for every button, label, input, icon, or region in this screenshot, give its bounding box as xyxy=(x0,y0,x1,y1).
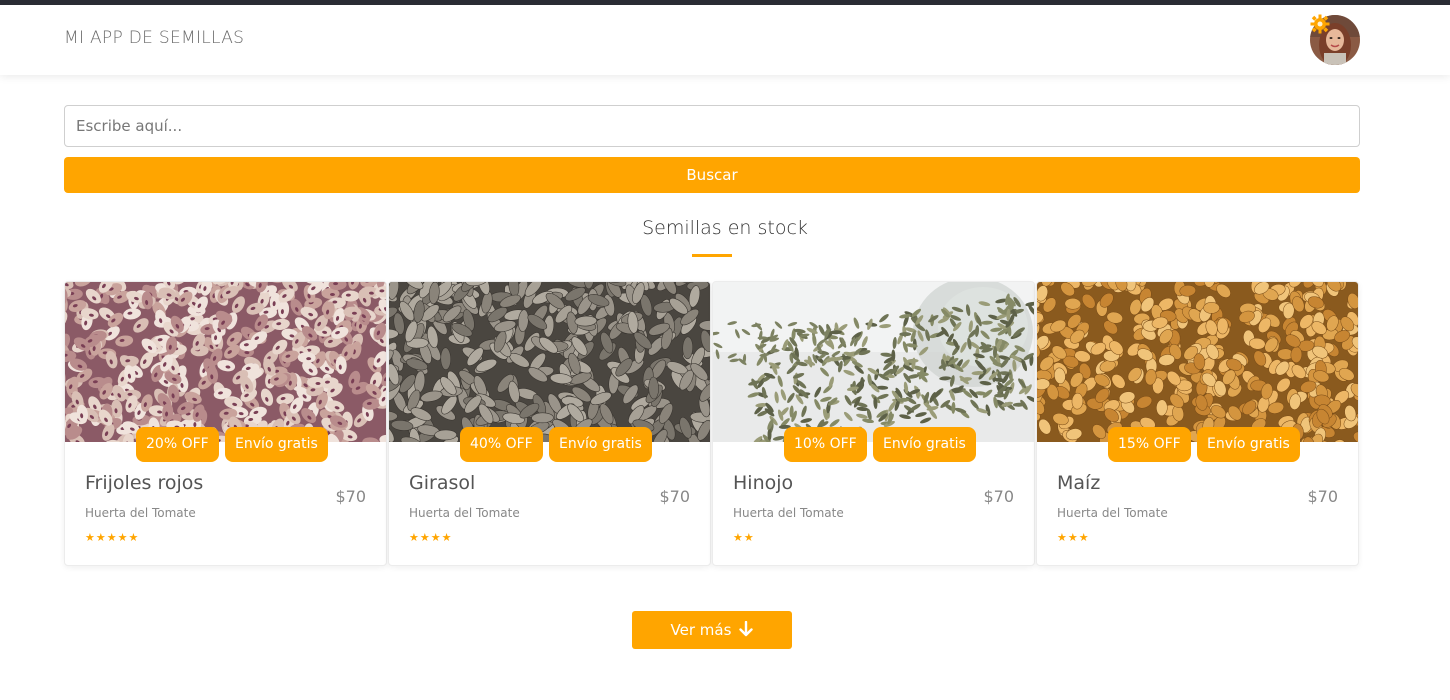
product-image-sunflower-seeds[interactable] xyxy=(389,282,710,442)
shipping-badge: Envío gratis xyxy=(1197,427,1300,462)
section-underline xyxy=(692,254,732,257)
arrow-down-icon xyxy=(739,620,754,639)
shipping-badge: Envío gratis xyxy=(873,427,976,462)
product-name[interactable]: Hinojo xyxy=(733,472,793,494)
rating-stars: ★★★ xyxy=(1057,531,1090,544)
product-name[interactable]: Frijoles rojos xyxy=(85,472,203,494)
product-vendor: Huerta del Tomate xyxy=(733,506,844,520)
discount-badge: 20% OFF xyxy=(136,427,219,462)
navbar: MI APP DE SEMILLAS xyxy=(0,5,1450,75)
rating-stars: ★★★★★ xyxy=(85,531,140,544)
product-card[interactable]: 40% OFF Envío gratis Girasol $70 Huerta … xyxy=(388,281,711,566)
product-image-wheat-grains[interactable] xyxy=(1037,282,1358,442)
discount-badge: 15% OFF xyxy=(1108,427,1191,462)
product-price: $70 xyxy=(335,487,366,506)
shipping-badge: Envío gratis xyxy=(549,427,652,462)
search-input[interactable] xyxy=(64,105,1360,147)
product-vendor: Huerta del Tomate xyxy=(409,506,520,520)
product-card[interactable]: 10% OFF Envío gratis Hinojo $70 Huerta d… xyxy=(712,281,1035,566)
discount-badge: 40% OFF xyxy=(460,427,543,462)
product-price: $70 xyxy=(1307,487,1338,506)
product-price: $70 xyxy=(659,487,690,506)
see-more-label: Ver más xyxy=(670,621,732,639)
product-vendor: Huerta del Tomate xyxy=(1057,506,1168,520)
product-price: $70 xyxy=(983,487,1014,506)
product-card[interactable]: 20% OFF Envío gratis Frijoles rojos $70 … xyxy=(64,281,387,566)
section-title: Semillas en stock xyxy=(642,217,808,239)
rating-stars: ★★ xyxy=(733,531,755,544)
discount-badge: 10% OFF xyxy=(784,427,867,462)
see-more-button[interactable]: Ver más xyxy=(632,611,792,649)
product-card[interactable]: 15% OFF Envío gratis Maíz $70 Huerta del… xyxy=(1036,281,1359,566)
rating-stars: ★★★★ xyxy=(409,531,453,544)
gear-icon[interactable] xyxy=(1310,14,1330,34)
product-name[interactable]: Maíz xyxy=(1057,472,1100,494)
product-image-fennel-seeds[interactable] xyxy=(713,282,1034,442)
product-vendor: Huerta del Tomate xyxy=(85,506,196,520)
product-name[interactable]: Girasol xyxy=(409,472,475,494)
shipping-badge: Envío gratis xyxy=(225,427,328,462)
search-button[interactable]: Buscar xyxy=(64,157,1360,193)
product-image-pinto-beans[interactable] xyxy=(65,282,386,442)
brand-title[interactable]: MI APP DE SEMILLAS xyxy=(64,28,244,48)
